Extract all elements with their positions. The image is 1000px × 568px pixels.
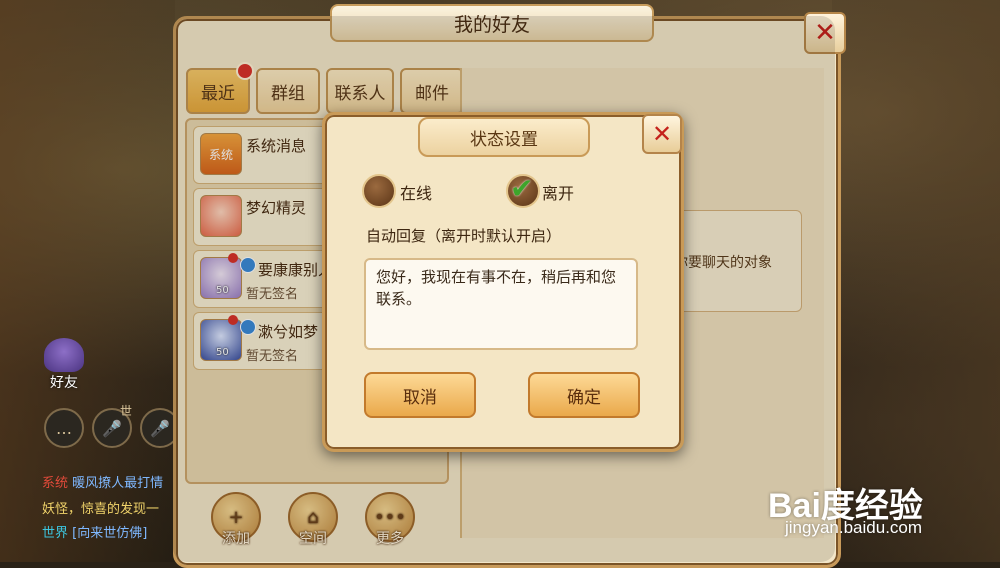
auto-reply-label: 自动回复（离开时默认开启） — [366, 227, 562, 245]
watermark-url: jingyan.baidu.com — [785, 518, 923, 537]
radio-away[interactable] — [506, 172, 540, 208]
wizard-hat-icon — [44, 338, 84, 372]
chat-line: 系统 暖风撩人最打情 — [42, 476, 164, 491]
chat-bubble-icon[interactable]: … — [44, 408, 84, 448]
auto-reply-text: 您好，我现在有事不在，稍后再和您联系。 — [376, 268, 617, 308]
world-channel-label: 世 — [120, 404, 133, 418]
dialog-close-icon[interactable]: ✕ — [642, 114, 682, 154]
dialog-title: 状态设置 — [418, 117, 590, 157]
hud-friends-button[interactable]: 好友 — [42, 338, 86, 392]
radio-online-label: 在线 — [400, 184, 433, 203]
chat-line: 世界 [向来世仿佛] — [42, 526, 148, 541]
chat-line: 妖怪，惊喜的发现一 — [42, 502, 160, 517]
cancel-button[interactable]: 取消 — [364, 372, 476, 418]
confirm-button[interactable]: 确定 — [528, 372, 640, 418]
radio-away-label: 离开 — [542, 184, 575, 203]
radio-online[interactable] — [362, 174, 396, 208]
hud-friends-label: 好友 — [50, 375, 78, 391]
